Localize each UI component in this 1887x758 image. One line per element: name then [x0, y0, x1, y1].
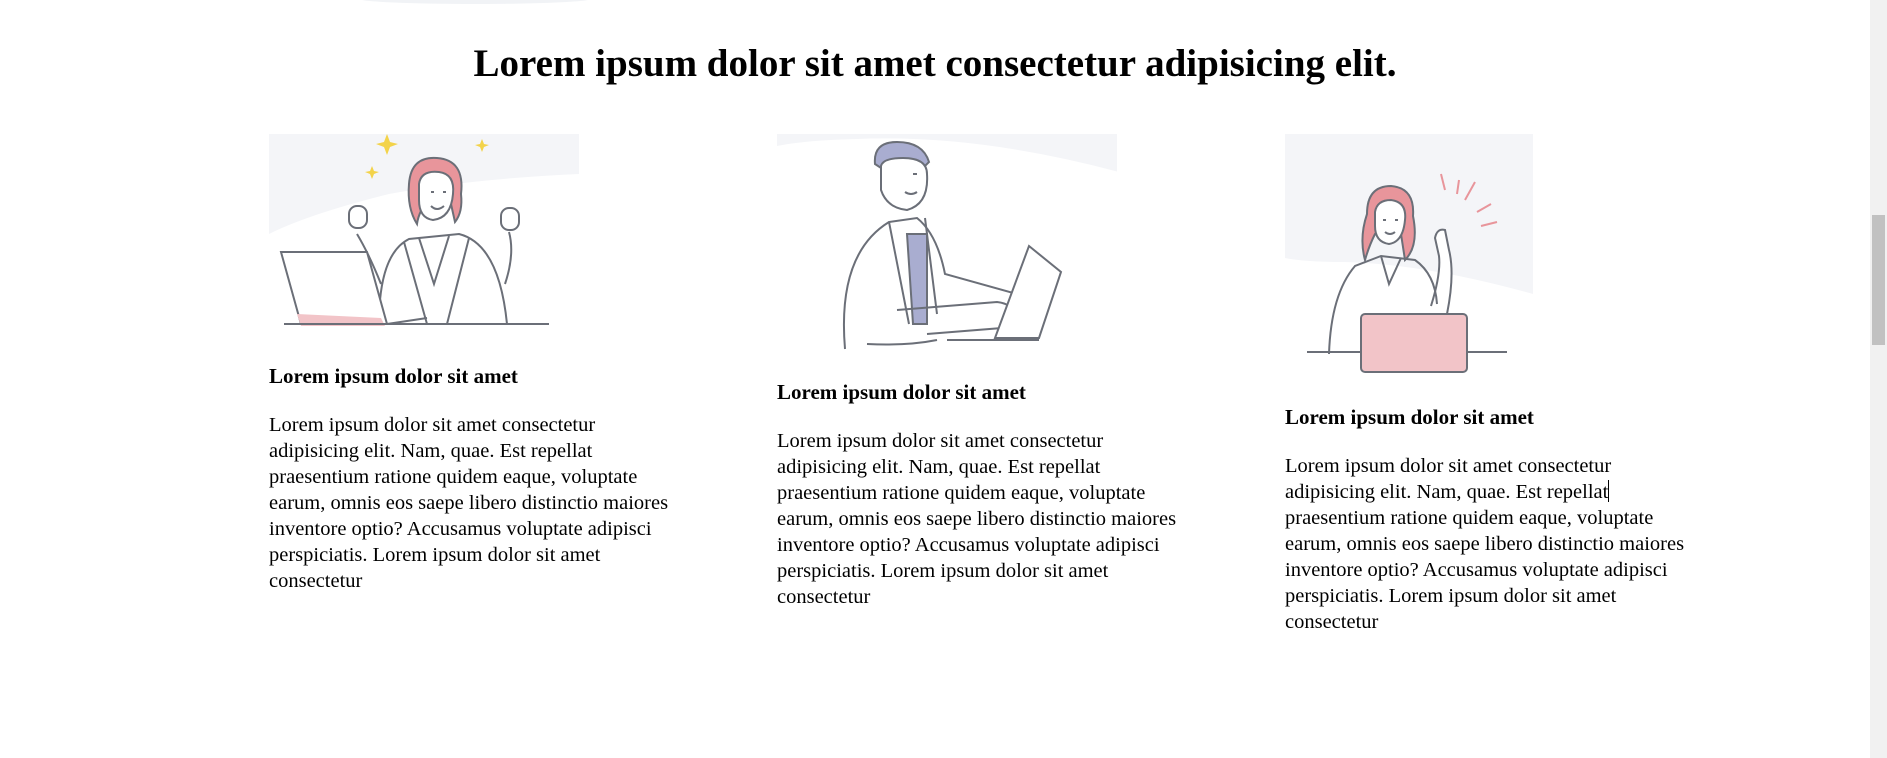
card-body-part: praesentium ratione quidem eaque, volupt…: [1285, 507, 1685, 633]
celebrating-woman-illustration: [269, 134, 579, 326]
card-title: Lorem ipsum dolor sit amet: [269, 364, 518, 388]
text-caret: [1608, 480, 1610, 502]
card-body: Lorem ipsum dolor sit amet consectetur a…: [269, 414, 669, 592]
card-title: Lorem ipsum dolor sit amet: [777, 380, 1026, 404]
card-title: Lorem ipsum dolor sit amet: [1285, 405, 1534, 429]
scrollbar-thumb[interactable]: [1872, 215, 1885, 345]
card-body-part: Lorem ipsum dolor sit amet consectetur a…: [1285, 455, 1612, 503]
card-body: Lorem ipsum dolor sit amet consectetur a…: [1285, 453, 1705, 635]
man-typing-illustration: [777, 134, 1117, 350]
woman-idea-illustration: [1285, 134, 1533, 373]
page-title: Lorem ipsum dolor sit amet consectetur a…: [473, 42, 1397, 85]
card-body: Lorem ipsum dolor sit amet consectetur a…: [777, 430, 1177, 608]
vertical-scrollbar[interactable]: [1870, 0, 1887, 758]
top-decoration: [360, 0, 590, 4]
